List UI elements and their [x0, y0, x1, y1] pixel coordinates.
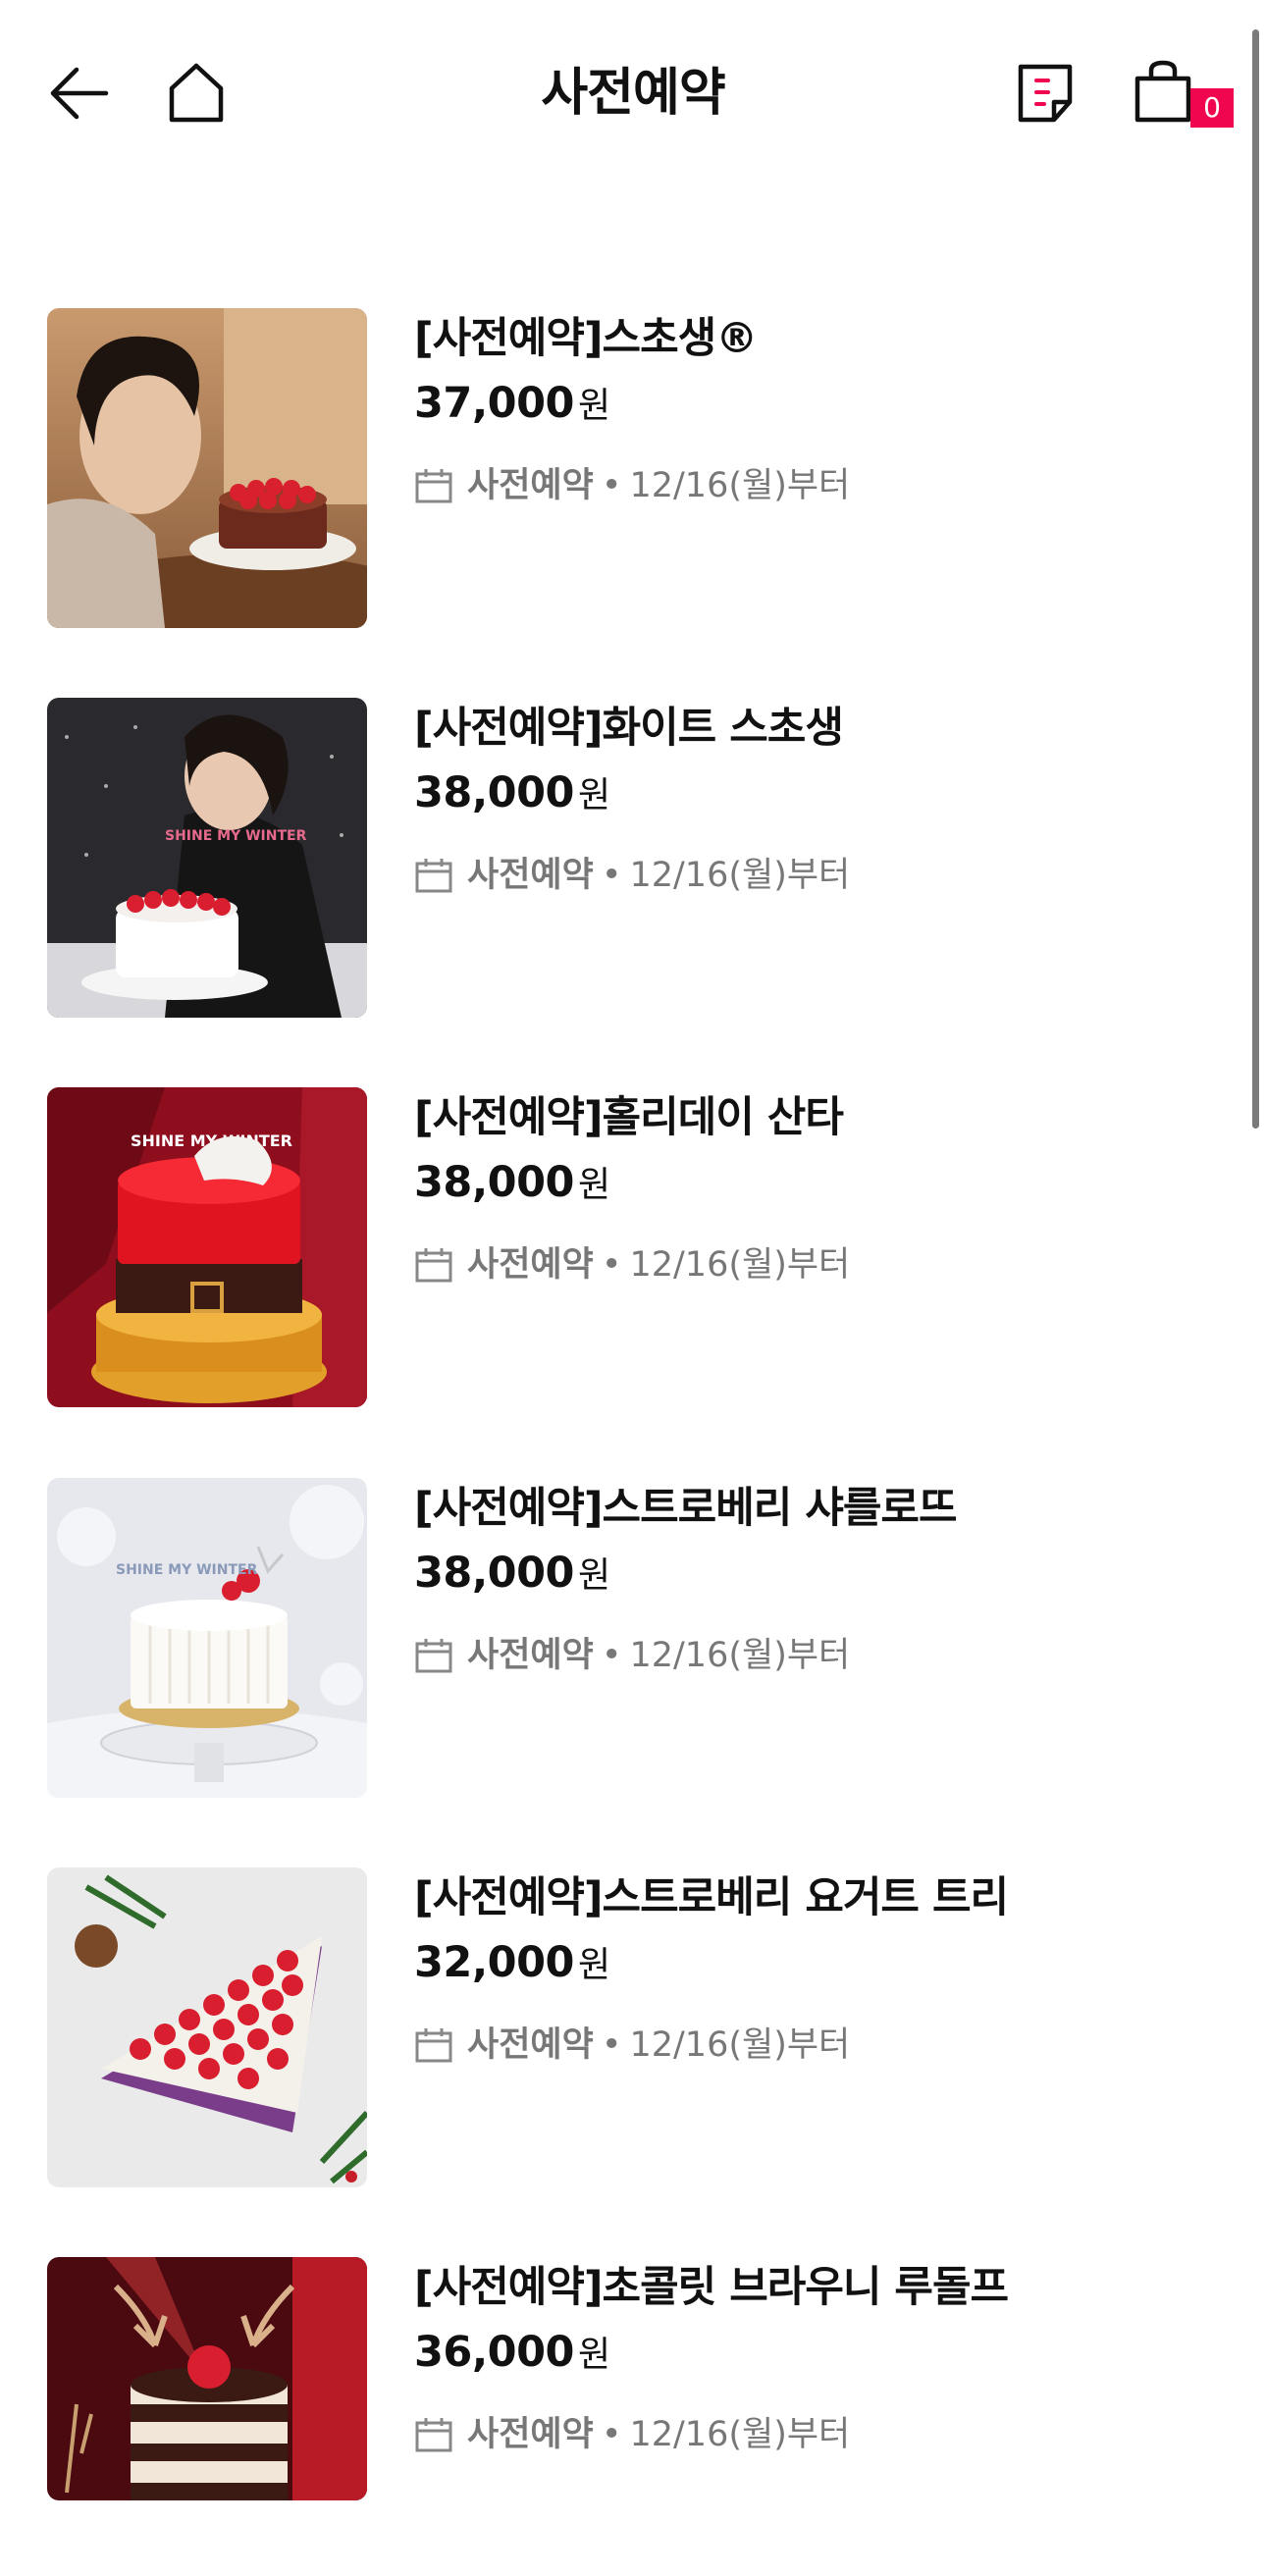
product-price: 38,000 원	[414, 768, 611, 817]
order-list-icon[interactable]	[1017, 63, 1074, 124]
list-item[interactable]: [사전예약]초콜릿 브라우니 루돌프 36,000 원 사전예약 • 12/16(월)…	[0, 2257, 1237, 2576]
calendar-icon	[415, 859, 452, 893]
product-name[interactable]: [사전예약]화이트 스초생	[414, 694, 844, 755]
product-name[interactable]: [사전예약]스초생®	[414, 304, 758, 365]
product-price: 38,000 원	[414, 1158, 611, 1207]
shopping-bag-icon[interactable]	[1134, 59, 1192, 124]
product-image[interactable]	[47, 2257, 367, 2500]
preorder-info: 사전예약 • 12/16(월)부터	[414, 2406, 850, 2456]
list-item[interactable]: SHINE MY WINTER [사전예약]스트로베리 샤를로뜨 38,000 원…	[0, 1478, 1237, 1798]
page-title: 사전예약	[541, 64, 725, 123]
calendar-icon	[415, 1639, 452, 1673]
cake-topper-text: SHINE MY WINTER	[165, 828, 307, 844]
product-name[interactable]: [사전예약]홀리데이 산타	[414, 1083, 844, 1144]
product-name[interactable]: [사전예약]스트로베리 요거트 트리	[414, 1864, 1009, 1924]
list-item[interactable]: [사전예약]스트로베리 요거트 트리 32,000 원 사전예약 • 12/16(월)…	[0, 1864, 1237, 2187]
product-price: 37,000 원	[414, 379, 611, 428]
calendar-icon	[415, 2028, 452, 2063]
preorder-info: 사전예약 • 12/16(월)부터	[414, 1236, 850, 1287]
product-image[interactable]: SHINE MY WINTER	[47, 1478, 367, 1798]
preorder-info: 사전예약 • 12/16(월)부터	[414, 1627, 850, 1677]
product-image[interactable]: SHINE MY WINTER	[47, 1087, 367, 1407]
scrollbar[interactable]	[1252, 29, 1259, 1129]
product-name[interactable]: [사전예약]스트로베리 샤를로뜨	[414, 1474, 958, 1535]
cart-count-badge: 0	[1190, 88, 1234, 128]
preorder-info: 사전예약 • 12/16(월)부터	[414, 457, 850, 507]
list-item[interactable]: SHINE MY WINTER [사전예약]화이트 스초생 38,000 원 사전…	[0, 698, 1237, 1018]
product-price: 38,000 원	[414, 1549, 611, 1598]
calendar-icon	[415, 2418, 452, 2452]
product-price: 32,000 원	[414, 1938, 611, 1987]
product-image[interactable]	[47, 308, 367, 628]
product-image[interactable]: SHINE MY WINTER	[47, 698, 367, 1018]
list-item[interactable]: SHINE MY WINTER [사전예약]홀리데이 산타 38,000 원 사전…	[0, 1087, 1237, 1407]
top-app-bar: 사전예약 0	[0, 0, 1266, 186]
product-price: 36,000 원	[414, 2328, 611, 2377]
calendar-icon	[415, 1248, 452, 1283]
product-image[interactable]	[47, 1867, 367, 2187]
product-name[interactable]: [사전예약]초콜릿 브라우니 루돌프	[414, 2253, 1009, 2314]
list-item[interactable]: [사전예약]스초생® 37,000 원 사전예약 • 12/16(월)부터	[0, 308, 1237, 628]
calendar-icon	[415, 469, 452, 503]
cake-topper-text: SHINE MY WINTER	[116, 1562, 258, 1578]
preorder-info: 사전예약 • 12/16(월)부터	[414, 2017, 850, 2067]
preorder-info: 사전예약 • 12/16(월)부터	[414, 847, 850, 897]
